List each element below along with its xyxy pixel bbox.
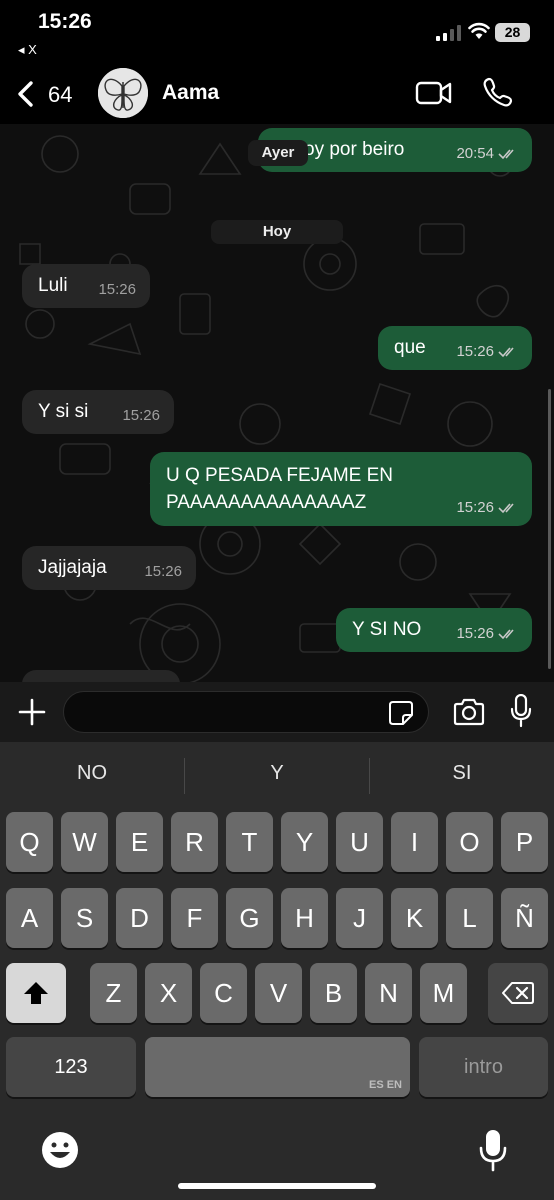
message-time: 15:26 <box>98 281 136 298</box>
message-bubble-incoming[interactable] <box>22 670 180 682</box>
message-bubble-incoming[interactable]: Y si si 15:26 <box>22 390 174 434</box>
key-g[interactable]: G <box>226 888 273 948</box>
message-text: que <box>394 337 426 358</box>
space-key[interactable]: ES EN <box>145 1037 410 1097</box>
contact-name[interactable]: Aama <box>162 81 219 105</box>
key-v[interactable]: V <box>255 963 302 1023</box>
message-text: Y SI NO <box>352 619 422 640</box>
key-m[interactable]: M <box>420 963 467 1023</box>
key-t[interactable]: T <box>226 812 273 872</box>
message-list[interactable]: oy por beiro 20:54 Ayer Hoy Luli 15:26 q… <box>0 124 554 682</box>
message-time: 15:26 <box>456 625 494 642</box>
message-text: U Q PESADA FEJAME EN PAAAAAAAAAAAAAAZ <box>166 465 393 513</box>
key-ñ[interactable]: Ñ <box>501 888 548 948</box>
key-c[interactable]: C <box>200 963 247 1023</box>
message-meta: 15:26 <box>456 625 518 642</box>
key-n[interactable]: N <box>365 963 412 1023</box>
suggestion-3[interactable]: SI <box>370 762 554 785</box>
key-f[interactable]: F <box>171 888 218 948</box>
message-bubble-outgoing[interactable]: que 15:26 <box>378 326 532 370</box>
keyboard-language-label: ES EN <box>368 1079 402 1091</box>
message-meta: 20:54 <box>456 145 518 162</box>
home-indicator[interactable] <box>178 1183 376 1189</box>
message-time: 20:54 <box>456 145 494 162</box>
key-u[interactable]: U <box>336 812 383 872</box>
message-text: Luli <box>38 275 68 296</box>
key-l[interactable]: L <box>446 888 493 948</box>
keyboard: NO Y SI QWERTYUIOP ASDFGHJKLÑ ZXCVBNM 12… <box>0 742 554 1200</box>
wifi-icon <box>468 22 490 39</box>
key-b[interactable]: B <box>310 963 357 1023</box>
key-y[interactable]: Y <box>281 812 328 872</box>
message-time: 15:26 <box>456 499 494 516</box>
key-a[interactable]: A <box>6 888 53 948</box>
message-bubble-incoming[interactable]: Jajjajaja 15:26 <box>22 546 196 590</box>
double-check-icon <box>498 502 514 513</box>
suggestion-1[interactable]: NO <box>0 762 184 785</box>
message-text: Y si si <box>38 401 89 422</box>
date-separator-yesterday: Ayer <box>248 140 308 166</box>
key-r[interactable]: R <box>171 812 218 872</box>
message-meta: 15:26 <box>456 499 518 516</box>
message-time: 15:26 <box>144 563 182 580</box>
key-w[interactable]: W <box>61 812 108 872</box>
key-s[interactable]: S <box>61 888 108 948</box>
key-x[interactable]: X <box>145 963 192 1023</box>
contact-avatar[interactable] <box>98 68 148 118</box>
message-time: 15:26 <box>456 343 494 360</box>
backspace-icon <box>502 982 534 1004</box>
double-check-icon <box>498 346 514 357</box>
key-z[interactable]: Z <box>90 963 137 1023</box>
key-q[interactable]: Q <box>6 812 53 872</box>
emoji-icon[interactable] <box>40 1130 80 1170</box>
message-bubble-outgoing[interactable]: U Q PESADA FEJAME EN PAAAAAAAAAAAAAAZ 15… <box>150 452 532 526</box>
phone-icon[interactable] <box>482 76 514 108</box>
delete-key[interactable] <box>488 963 548 1023</box>
unread-count[interactable]: 64 <box>48 82 72 108</box>
dictation-microphone-icon[interactable] <box>478 1128 508 1172</box>
message-input[interactable] <box>78 692 378 732</box>
message-input-wrapper[interactable] <box>63 691 429 733</box>
key-k[interactable]: K <box>391 888 438 948</box>
chevron-left-icon[interactable] <box>16 80 36 108</box>
battery-level: 28 <box>495 23 530 42</box>
return-key[interactable]: intro <box>419 1037 548 1097</box>
message-text: Jajjajaja <box>38 557 107 578</box>
message-bubble-outgoing[interactable]: Y SI NO 15:26 <box>336 608 532 652</box>
key-d[interactable]: D <box>116 888 163 948</box>
message-meta: 15:26 <box>456 343 518 360</box>
double-check-icon <box>498 628 514 639</box>
shift-key[interactable] <box>6 963 66 1023</box>
key-h[interactable]: H <box>281 888 328 948</box>
double-check-icon <box>498 148 514 159</box>
shift-arrow-icon <box>24 982 48 1004</box>
key-p[interactable]: P <box>501 812 548 872</box>
back-to-app-link[interactable]: ◂ X <box>18 42 37 58</box>
suggestion-2[interactable]: Y <box>185 762 369 785</box>
message-time: 15:26 <box>122 407 160 424</box>
key-o[interactable]: O <box>446 812 493 872</box>
key-e[interactable]: E <box>116 812 163 872</box>
microphone-icon[interactable] <box>510 694 532 728</box>
status-bar: 15:26 ◂ X 28 <box>0 0 554 62</box>
message-bubble-incoming[interactable]: Luli 15:26 <box>22 264 150 308</box>
status-time: 15:26 <box>38 10 92 33</box>
butterfly-icon <box>98 68 148 118</box>
key-i[interactable]: I <box>391 812 438 872</box>
plus-icon[interactable] <box>16 696 48 728</box>
video-call-icon[interactable] <box>415 78 453 108</box>
key-j[interactable]: J <box>336 888 383 948</box>
sticker-icon[interactable] <box>388 700 414 726</box>
numbers-key[interactable]: 123 <box>6 1037 136 1097</box>
camera-icon[interactable] <box>452 698 486 726</box>
date-separator-today: Hoy <box>211 220 343 244</box>
scrollbar[interactable] <box>548 389 551 669</box>
cellular-signal-icon <box>436 25 461 41</box>
composer-bar <box>0 682 554 742</box>
chat-header: 64 Aama <box>0 62 554 124</box>
